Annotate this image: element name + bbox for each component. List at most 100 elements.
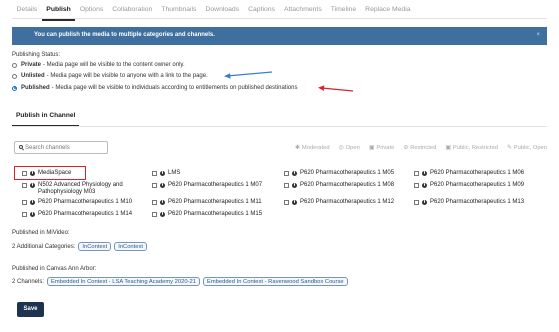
channel-item[interactable]: P620 Pharmacotherapeutics 1 M05	[284, 170, 394, 177]
filter-open[interactable]: ◎ Open	[339, 145, 360, 151]
checkbox[interactable]	[284, 170, 289, 176]
lock-icon: ▣	[368, 145, 375, 151]
globe-icon	[292, 182, 297, 188]
filter-public-restricted-label: Public, Restricted	[452, 145, 498, 151]
filter-public-open-label: Public, Open	[513, 145, 547, 151]
channel-item[interactable]: P620 Pharmacotherapeutics 1 M08	[284, 182, 394, 189]
checkbox[interactable]	[152, 182, 157, 188]
status-option-unlisted[interactable]: Unlisted - Media page will be visible to…	[12, 73, 208, 79]
channel-label: P620 Pharmacotherapeutics 1 M10	[38, 199, 133, 205]
checkbox[interactable]	[284, 182, 289, 188]
channel-label: P620 Pharmacotherapeutics 1 M08	[300, 182, 395, 188]
filter-private-label: Private	[376, 145, 395, 151]
channel-item[interactable]: P620 Pharmacotherapeutics 1 M06	[414, 170, 524, 177]
tab-publish-in-channel[interactable]: Publish in Channel	[12, 112, 80, 127]
globe-icon	[422, 170, 427, 176]
filter-private[interactable]: ▣ Private	[369, 145, 395, 151]
globe-icon	[160, 199, 165, 205]
info-banner: You can publish the media to multiple ca…	[12, 27, 547, 45]
channel-item[interactable]: P620 Pharmacotherapeutics 1 M09	[414, 182, 524, 189]
category-pill[interactable]: InContext	[78, 242, 112, 251]
channel-item[interactable]: P620 Pharmacotherapeutics 1 M10	[22, 199, 132, 206]
filter-public-open[interactable]: ✎ Public, Open	[507, 145, 547, 151]
channels-label: 2 Channels:	[12, 278, 45, 285]
channel-item[interactable]: N502 Advanced Physiology and Pathophysio…	[22, 182, 140, 196]
checkbox[interactable]	[284, 199, 289, 205]
status-option-published[interactable]: Published - Media page will be visible t…	[12, 85, 297, 91]
categories-label: 2 Additional Categories:	[12, 243, 76, 250]
canvas-channels: 2 Channels: Embedded In Context - LSA Te…	[12, 277, 348, 286]
published-desc: - Media page will be visible to individu…	[51, 85, 298, 91]
restricted-icon: ⊘	[403, 145, 409, 151]
banner-text: You can publish the media to multiple ca…	[34, 32, 215, 38]
channel-label: P620 Pharmacotherapeutics 1 M11	[168, 199, 262, 205]
moderated-icon: ✱	[295, 145, 300, 151]
filter-public-restricted[interactable]: ▣ Public, Restricted	[445, 145, 498, 151]
channel-tab-divider	[12, 126, 547, 127]
globe-icon	[422, 199, 427, 205]
globe-icon	[422, 182, 427, 188]
globe-icon	[30, 182, 35, 188]
globe-icon	[160, 170, 165, 176]
channel-item[interactable]: P620 Pharmacotherapeutics 1 M11	[152, 199, 262, 206]
globe-icon	[292, 170, 297, 176]
search-icon	[19, 145, 23, 149]
canvas-label: Published in Canvas Ann Arbor:	[12, 266, 97, 272]
filter-moderated[interactable]: ✱ Moderated	[295, 145, 330, 151]
checkbox[interactable]	[152, 199, 157, 205]
globe-icon	[160, 211, 165, 217]
public-restricted-icon: ▣	[445, 145, 451, 151]
channel-item[interactable]: P620 Pharmacotherapeutics 1 M14	[22, 211, 132, 218]
public-open-icon: ✎	[506, 145, 512, 151]
channel-label: P620 Pharmacotherapeutics 1 M14	[38, 211, 133, 217]
checkbox[interactable]	[414, 182, 419, 188]
red-arrow-icon	[318, 85, 354, 92]
published-name: Published	[21, 85, 50, 91]
globe-icon	[30, 199, 35, 205]
blue-arrow-icon	[224, 71, 273, 79]
status-option-private[interactable]: Private - Media page will be visible to …	[12, 62, 185, 68]
channel-label: P620 Pharmacotherapeutics 1 M05	[300, 170, 395, 176]
checkbox[interactable]	[414, 170, 419, 176]
filter-restricted[interactable]: ⊘ Restricted	[403, 145, 436, 151]
category-pill[interactable]: InContext	[114, 242, 147, 251]
unlisted-radio[interactable]	[12, 73, 17, 79]
private-desc: - Media page will be visible to the cont…	[43, 62, 185, 68]
canvas-channel-pill[interactable]: Embedded In Context - Ravenwood Sandbox …	[202, 277, 348, 286]
mivideo-categories: 2 Additional Categories: InContext InCon…	[12, 242, 147, 251]
tabs-divider	[12, 18, 547, 19]
filter-open-label: Open	[345, 145, 360, 151]
search-input[interactable]: Search channels	[14, 141, 108, 154]
channel-item[interactable]: P620 Pharmacotherapeutics 1 M12	[284, 199, 394, 206]
channel-label: P620 Pharmacotherapeutics 1 M06	[430, 170, 525, 176]
checkbox[interactable]	[152, 211, 157, 217]
channel-filters: ✱ Moderated ◎ Open ▣ Private ⊘ Restricted ▣ P…	[295, 145, 547, 151]
checkbox[interactable]	[22, 182, 27, 188]
checkbox[interactable]	[22, 199, 27, 205]
close-icon[interactable]: ×	[536, 32, 540, 38]
mediaspace-highlight	[14, 166, 86, 180]
checkbox[interactable]	[414, 199, 419, 205]
filter-restricted-label: Restricted	[410, 145, 437, 151]
canvas-channel-pill[interactable]: Embedded In Context - LSA Teaching Acade…	[47, 277, 200, 286]
channel-label: LMS	[168, 170, 181, 176]
channel-item[interactable]: P620 Pharmacotherapeutics 1 M13	[414, 199, 524, 206]
private-radio[interactable]	[12, 62, 17, 68]
channel-item[interactable]: LMS	[152, 170, 180, 177]
channel-label: P620 Pharmacotherapeutics 1 M12	[300, 199, 395, 205]
channel-label: P620 Pharmacotherapeutics 1 M13	[430, 199, 525, 205]
publishing-status-label: Publishing Status:	[12, 52, 61, 58]
channel-item[interactable]: P620 Pharmacotherapeutics 1 M07	[152, 182, 262, 189]
channel-label: P620 Pharmacotherapeutics 1 M15	[168, 211, 263, 217]
published-radio[interactable]	[12, 85, 17, 91]
open-icon: ◎	[338, 145, 344, 151]
checkbox[interactable]	[22, 211, 27, 217]
globe-icon	[160, 182, 165, 188]
channel-label: P620 Pharmacotherapeutics 1 M09	[430, 182, 525, 188]
filter-moderated-label: Moderated	[301, 145, 330, 151]
checkbox[interactable]	[152, 170, 157, 176]
channel-item[interactable]: P620 Pharmacotherapeutics 1 M15	[152, 211, 262, 218]
globe-icon	[292, 199, 297, 205]
save-button[interactable]: Save	[17, 302, 44, 317]
unlisted-name: Unlisted	[21, 73, 45, 79]
